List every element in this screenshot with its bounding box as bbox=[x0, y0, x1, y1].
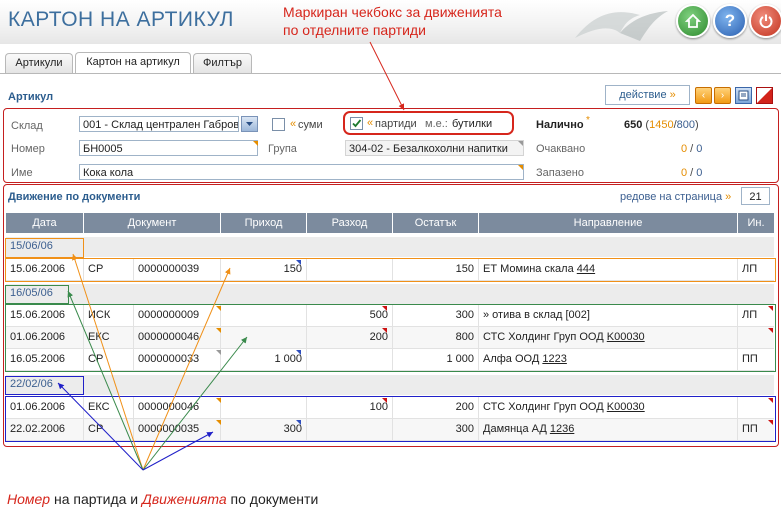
annotation-bottom-part4: по документи bbox=[226, 491, 319, 507]
annotation-arrows bbox=[57, 41, 405, 471]
annotation-bottom-part2: на партида и bbox=[50, 491, 143, 507]
annotation-bottom-part1: Номер bbox=[7, 491, 51, 507]
annotation-bottom-part3: Движенията bbox=[142, 491, 227, 507]
annotation-bottom: Номер на партида и Движенията по докумен… bbox=[7, 491, 318, 507]
